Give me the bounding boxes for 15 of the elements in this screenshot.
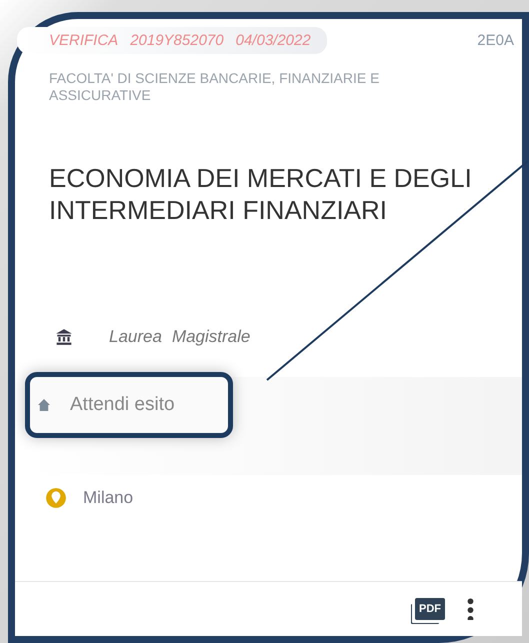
status-label: VERIFICA [49, 32, 118, 49]
status-text: Attendi esito [70, 394, 175, 416]
bank-icon [55, 328, 73, 346]
course-code: 2E0A [477, 32, 514, 49]
faculty-name: FACOLTA' DI SCIENZE BANCARIE, FINANZIARIE E ASSICURATIVE [48, 69, 380, 104]
degree-level: Magistrale [172, 326, 250, 347]
location-pin-icon [45, 486, 67, 509]
date-label: 04/03/2022 [236, 32, 311, 49]
more-icon[interactable] [467, 598, 474, 620]
home-icon [38, 398, 50, 411]
degree-type: Laurea [109, 326, 162, 347]
location-text: Milano [83, 488, 134, 508]
course-title: ECONOMIA DEI MERCATI E DEGLI INTERMEDIARI FINANZIARI [48, 162, 473, 227]
code-label: 2019Y852070 [130, 32, 224, 49]
pdf-button[interactable]: PDF [415, 598, 445, 620]
